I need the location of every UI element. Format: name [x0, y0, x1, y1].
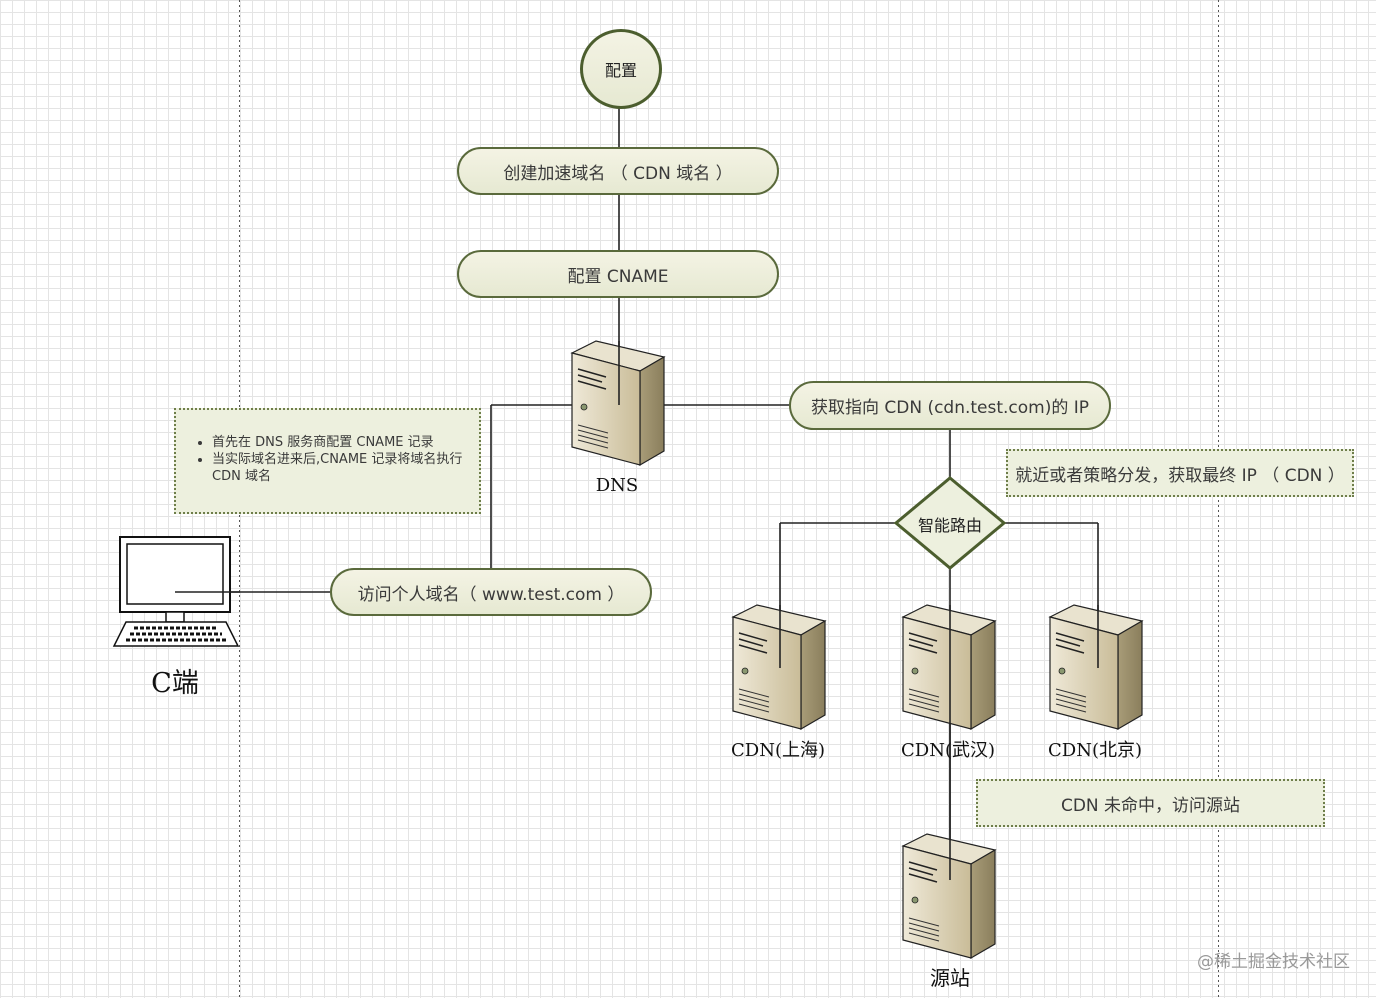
diagram-canvas: 配置 创建加速域名 （ CDN 域名 ） 配置 CNAME 获取指向 CDN (…: [0, 0, 1376, 998]
watermark: @稀土掘金技术社区: [1197, 952, 1350, 972]
dns-notes-list: 首先在 DNS 服务商配置 CNAME 记录 当实际域名进来后,CNAME 记录…: [176, 410, 479, 485]
config-cname-label: 配置 CNAME: [567, 266, 669, 287]
create-domain-label: 创建加速域名 （ CDN 域名 ）: [503, 163, 733, 184]
create-domain-node: 创建加速域名 （ CDN 域名 ）: [457, 147, 779, 195]
cdn-miss-note: CDN 未命中，访问源站: [976, 779, 1325, 827]
get-cdn-ip-label: 获取指向 CDN (cdn.test.com)的 IP: [810, 398, 1090, 418]
server-icon: [571, 340, 665, 466]
dns-note-item: 首先在 DNS 服务商配置 CNAME 记录: [212, 434, 469, 451]
origin-server-label: 源站: [930, 966, 970, 990]
client-label: C端: [151, 668, 199, 699]
smart-route-label: 智能路由: [917, 516, 982, 535]
nearest-dispatch-note: 就近或者策略分发，获取最终 IP （ CDN ）: [1006, 449, 1354, 497]
cdn-miss-label: CDN 未命中，访问源站: [1060, 795, 1241, 816]
visit-domain-node: 访问个人域名（ www.test.com ）: [330, 568, 652, 616]
cdn-beijing-label: CDN(北京): [1048, 740, 1142, 761]
visit-domain-label: 访问个人域名（ www.test.com ）: [357, 584, 625, 605]
config-start-label: 配置: [604, 61, 637, 80]
cdn-wuhan-label: CDN(武汉): [901, 740, 995, 761]
dns-note-item: 当实际域名进来后,CNAME 记录将域名执行 CDN 域名: [212, 451, 469, 485]
server-icon: [1049, 604, 1143, 730]
dns-notes-box: 首先在 DNS 服务商配置 CNAME 记录 当实际域名进来后,CNAME 记录…: [174, 408, 481, 514]
cdn-shanghai-label: CDN(上海): [731, 740, 825, 761]
server-icon: [732, 604, 826, 730]
server-icon: [902, 833, 996, 959]
get-cdn-ip-node: 获取指向 CDN (cdn.test.com)的 IP: [789, 381, 1111, 430]
dns-server-label: DNS: [595, 475, 639, 496]
nearest-dispatch-label: 就近或者策略分发，获取最终 IP （ CDN ）: [1015, 465, 1345, 486]
config-cname-node: 配置 CNAME: [457, 250, 779, 298]
server-icon: [902, 604, 996, 730]
config-start-node: 配置: [580, 29, 662, 109]
